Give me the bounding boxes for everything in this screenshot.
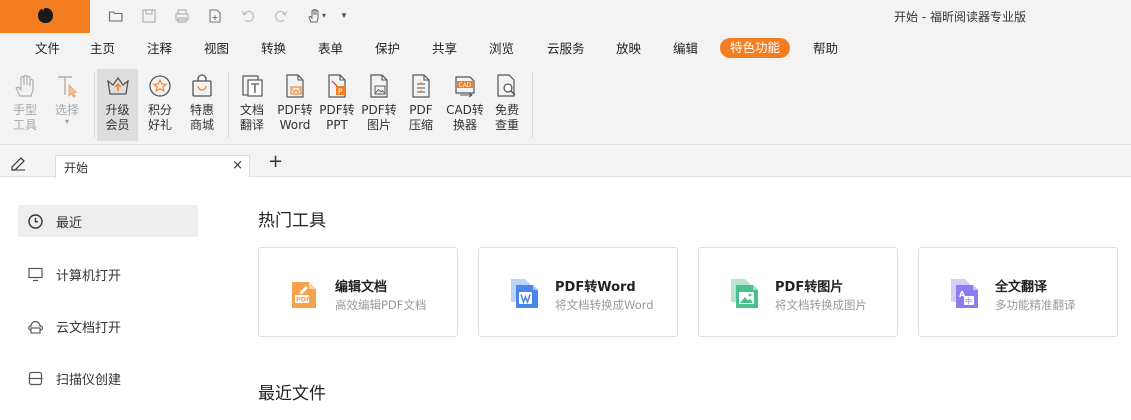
open-folder-icon[interactable]	[105, 6, 127, 26]
pdf-to-ppt-button[interactable]: P PDF转 PPT	[317, 69, 357, 141]
discount-mall-button[interactable]: 特惠 商城	[183, 69, 221, 141]
cad-converter-icon: CAD	[455, 76, 475, 98]
menu-edit[interactable]: 编辑	[673, 40, 698, 58]
translate-icon: A 中	[951, 279, 978, 308]
pdf-to-ppt-icon: P	[328, 74, 346, 98]
print-icon[interactable]	[171, 6, 193, 26]
clock-icon	[28, 213, 43, 229]
document-translate-button[interactable]: 文档 翻译	[233, 69, 271, 141]
eraser-pen-icon[interactable]	[9, 153, 27, 171]
pdf-to-word-icon	[511, 279, 538, 308]
menu-home[interactable]: 主页	[90, 40, 115, 58]
pdf-to-image-icon	[370, 74, 388, 98]
sidebar-item-recent[interactable]: 最近	[18, 205, 198, 237]
ribbon-toolbar: 手型 工具 选择 ▾ 升级 会员 积分 好礼 特惠 商城 文档 翻译 PDF转 …	[0, 64, 1131, 145]
pdf-to-image-icon	[731, 279, 758, 308]
card-full-translate[interactable]: A 中 全文翻译 多功能精准翻译	[918, 247, 1118, 337]
hand-tool-button[interactable]: 手型 工具	[6, 69, 44, 141]
menu-comment[interactable]: 注释	[147, 40, 172, 58]
upgrade-crown-icon	[106, 76, 129, 95]
menu-file[interactable]: 文件	[35, 40, 60, 58]
menu-form[interactable]: 表单	[318, 40, 343, 58]
cad-converter-button[interactable]: CAD CAD转 换器	[445, 69, 485, 141]
new-document-icon[interactable]	[204, 6, 226, 26]
hand-tool-dropdown-icon[interactable]: ▾	[302, 6, 330, 26]
menu-cloud[interactable]: 云服务	[547, 40, 585, 58]
document-tab-bar: 开始 × +	[0, 145, 1131, 178]
pdf-to-word-icon	[286, 74, 304, 98]
document-translate-icon	[242, 75, 263, 97]
menu-browse[interactable]: 浏览	[489, 40, 514, 58]
points-gift-button[interactable]: 积分 好礼	[141, 69, 179, 141]
menu-slideshow[interactable]: 放映	[616, 40, 641, 58]
menu-featured[interactable]: 特色功能	[720, 38, 791, 58]
menu-view[interactable]: 视图	[204, 40, 229, 58]
shopping-bag-icon	[192, 74, 212, 97]
scanner-icon	[28, 371, 43, 385]
sidebar-item-scanner[interactable]: 扫描仪创建	[18, 362, 198, 394]
ribbon-separator	[228, 72, 229, 138]
title-bar: ▾ ▾ 开始 - 福昕阅读器专业版	[0, 0, 1131, 33]
svg-text:CAD: CAD	[459, 82, 472, 89]
recent-files-heading: 最近文件	[258, 384, 326, 404]
menu-protect[interactable]: 保护	[375, 40, 400, 58]
window-title: 开始 - 福昕阅读器专业版	[894, 10, 1026, 24]
pdf-to-image-button[interactable]: PDF转 图片	[359, 69, 399, 141]
svg-text:P: P	[338, 88, 342, 96]
select-dropdown-icon[interactable]: ▾	[65, 118, 69, 126]
pdf-compress-button[interactable]: PDF 压缩	[402, 69, 440, 141]
ribbon-separator	[94, 72, 95, 138]
plagiarism-check-icon	[497, 74, 516, 97]
customize-quick-access-icon[interactable]: ▾	[337, 6, 351, 26]
menu-convert[interactable]: 转换	[261, 40, 286, 58]
computer-icon	[28, 267, 43, 281]
tab-start[interactable]: 开始 ×	[55, 155, 250, 178]
sidebar-item-open-cloud[interactable]: 云文档打开	[18, 310, 198, 342]
redo-icon[interactable]	[270, 6, 292, 26]
ribbon-separator	[532, 72, 533, 138]
undo-icon[interactable]	[237, 6, 259, 26]
edit-document-icon: PDF	[292, 282, 316, 308]
select-button[interactable]: 选择 ▾	[48, 69, 86, 141]
sidebar-item-open-computer[interactable]: 计算机打开	[18, 258, 198, 290]
menu-bar: 文件 主页 注释 视图 转换 表单 保护 共享 浏览 云服务 放映 编辑 特色功…	[0, 33, 1131, 64]
add-tab-icon[interactable]: +	[268, 151, 283, 172]
svg-text:PDF: PDF	[296, 296, 311, 304]
save-icon[interactable]	[138, 6, 160, 26]
card-pdf-to-image[interactable]: PDF转图片 将文档转换成图片	[698, 247, 898, 337]
tab-label: 开始	[64, 161, 89, 175]
menu-share[interactable]: 共享	[432, 40, 457, 58]
card-pdf-to-word[interactable]: PDF转Word 将文档转换成Word	[478, 247, 678, 337]
plagiarism-check-button[interactable]: 免费 查重	[488, 69, 526, 141]
card-edit-document[interactable]: PDF 编辑文档 高效编辑PDF文档	[258, 247, 458, 337]
cloud-doc-icon	[28, 320, 44, 334]
pdf-compress-icon	[412, 74, 430, 98]
hand-icon	[15, 74, 34, 97]
points-star-icon	[149, 75, 171, 97]
close-tab-icon[interactable]: ×	[232, 158, 243, 173]
hot-tools-heading: 热门工具	[258, 211, 326, 231]
svg-text:中: 中	[965, 297, 972, 306]
menu-help[interactable]: 帮助	[813, 40, 838, 58]
pdf-to-word-button[interactable]: PDF转 Word	[275, 69, 315, 141]
upgrade-member-button[interactable]: 升级 会员	[97, 69, 138, 141]
app-logo[interactable]	[0, 0, 90, 33]
foxit-logo-icon	[38, 8, 53, 23]
select-cursor-icon	[58, 76, 78, 98]
